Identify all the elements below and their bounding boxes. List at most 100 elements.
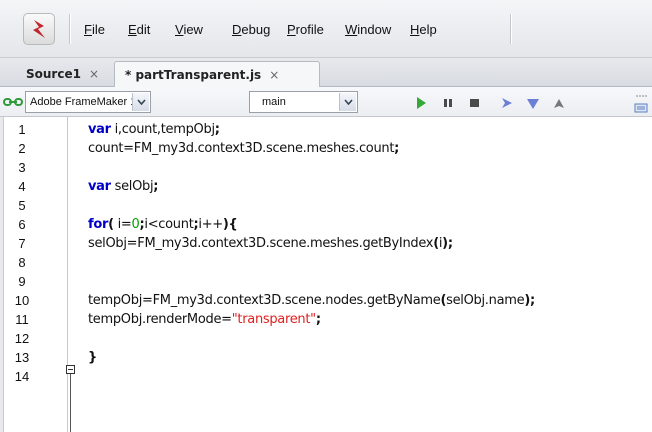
- code-token: );: [524, 293, 535, 308]
- close-icon[interactable]: ×: [269, 68, 279, 82]
- code-token: }: [88, 350, 97, 365]
- code-text: var selObj;: [88, 177, 158, 196]
- code-line[interactable]: 10 tempObj=FM_my3d.context3D.scene.nodes.…: [0, 291, 652, 310]
- code-token: tempObj.renderMode=: [88, 312, 232, 327]
- tab-source1[interactable]: Source1 ×: [2, 61, 112, 87]
- code-text: tempObj.renderMode="transparent";: [88, 310, 321, 329]
- step-out-icon[interactable]: [551, 95, 567, 111]
- line-number: 13: [14, 350, 30, 365]
- code-token: i,count,tempObj: [110, 122, 215, 137]
- code-line[interactable]: 5: [0, 196, 652, 215]
- close-icon[interactable]: ×: [89, 67, 99, 81]
- tab-parttransparent[interactable]: * partTransparent.js ×: [114, 61, 320, 87]
- code-line[interactable]: 9: [0, 272, 652, 291]
- line-number: 3: [18, 160, 26, 175]
- menu-label-rest: rofile: [295, 22, 324, 37]
- menu-window[interactable]: Window: [345, 22, 391, 37]
- code-line[interactable]: 8: [0, 253, 652, 272]
- stop-icon[interactable]: [467, 95, 483, 111]
- code-text: }: [88, 348, 97, 367]
- menu-accelerator: E: [128, 22, 137, 37]
- menu-profile[interactable]: Profile: [287, 22, 324, 37]
- tab-bar: Source1 × * partTransparent.js ×: [0, 58, 652, 87]
- code-token: i++: [198, 217, 223, 232]
- code-line[interactable]: 6 for( i=0;i<count;i++){: [0, 215, 652, 234]
- line-number: 12: [14, 331, 30, 346]
- code-text: for( i=0;i<count;i++){: [88, 215, 238, 234]
- code-line[interactable]: 14: [0, 367, 652, 386]
- line-number: 7: [18, 236, 26, 251]
- menu-help[interactable]: Help: [410, 22, 437, 37]
- menu-label-rest: iew: [183, 22, 203, 37]
- code-token: i<count: [144, 217, 194, 232]
- menu-debug[interactable]: Debug: [232, 22, 270, 37]
- menu-view[interactable]: View: [175, 22, 203, 37]
- code-token: ;: [153, 179, 159, 194]
- menu-accelerator: W: [345, 22, 358, 37]
- code-line[interactable]: 11 tempObj.renderMode="transparent";: [0, 310, 652, 329]
- engine-value: main: [262, 96, 286, 108]
- line-number: 11: [15, 312, 29, 327]
- number-token: 0: [131, 217, 140, 232]
- code-text: tempObj=FM_my3d.context3D.scene.nodes.ge…: [88, 291, 535, 310]
- target-app-select[interactable]: Adobe FrameMaker 11: [25, 91, 151, 113]
- line-number: 6: [18, 217, 26, 232]
- code-token: selObj: [110, 179, 154, 194]
- connect-icon[interactable]: [3, 96, 23, 108]
- app-logo-icon[interactable]: [23, 13, 55, 45]
- code-text: selObj=FM_my3d.context3D.scene.meshes.ge…: [88, 234, 453, 253]
- menu-label-rest: ile: [91, 22, 105, 37]
- line-number: 1: [18, 122, 26, 137]
- engine-select[interactable]: main: [249, 91, 358, 113]
- code-token: ;: [315, 312, 321, 327]
- code-token: ;: [214, 122, 220, 137]
- code-token: );: [442, 236, 453, 251]
- code-token: tempObj=FM_my3d.context3D.scene.nodes.ge…: [88, 293, 441, 308]
- code-line[interactable]: 1 var i,count,tempObj;: [0, 120, 652, 139]
- code-line[interactable]: 2 count=FM_my3d.context3D.scene.meshes.co…: [0, 139, 652, 158]
- code-text: count=FM_my3d.context3D.scene.meshes.cou…: [88, 139, 399, 158]
- step-into-icon[interactable]: [525, 95, 541, 111]
- line-number: 2: [18, 141, 26, 156]
- menu-label-rest: dit: [136, 22, 151, 37]
- chevron-down-icon[interactable]: [132, 93, 149, 111]
- tab-label: * partTransparent.js: [125, 67, 262, 82]
- menu-accelerator: P: [287, 22, 296, 37]
- menu-accelerator: D: [232, 22, 242, 37]
- menu-file[interactable]: File: [84, 22, 105, 37]
- line-number: 4: [18, 179, 26, 194]
- menu-edit[interactable]: Edit: [128, 22, 150, 37]
- code-line[interactable]: 12: [0, 329, 652, 348]
- run-icon[interactable]: [413, 95, 429, 111]
- menu-separator: [510, 14, 512, 44]
- string-token: "transparent": [231, 312, 316, 327]
- menu-accelerator: F: [84, 22, 92, 37]
- fold-toggle-icon[interactable]: [66, 365, 75, 374]
- code-line[interactable]: 3: [0, 158, 652, 177]
- code-token: i=: [113, 217, 132, 232]
- step-over-icon[interactable]: [499, 95, 515, 111]
- line-number: 5: [18, 198, 26, 213]
- code-editor[interactable]: 1 var i,count,tempObj; 2 count=FM_my3d.cont…: [0, 117, 652, 432]
- fold-indicator-line: [70, 374, 71, 432]
- keyword-token: for: [88, 217, 109, 232]
- code-line[interactable]: 4 var selObj;: [0, 177, 652, 196]
- code-token: ;: [394, 141, 400, 156]
- code-token: count=FM_my3d.context3D.scene.meshes.cou…: [88, 141, 395, 156]
- line-number: 9: [18, 274, 26, 289]
- code-line[interactable]: 13}: [0, 348, 652, 367]
- pause-icon[interactable]: [440, 95, 456, 111]
- menu-bar: File Edit View Debug Profile Window Help: [0, 0, 652, 58]
- menu-label-rest: ebug: [241, 22, 271, 37]
- target-app-value: Adobe FrameMaker 11: [30, 96, 142, 108]
- line-number: 14: [14, 369, 30, 384]
- keyword-token: var: [88, 179, 111, 194]
- menu-accelerator: H: [410, 22, 420, 37]
- chevron-down-icon[interactable]: [339, 93, 356, 111]
- line-number: 10: [14, 293, 30, 308]
- code-token: selObj=FM_my3d.context3D.scene.meshes.ge…: [88, 236, 434, 251]
- panel-menu-icon[interactable]: [628, 92, 650, 114]
- code-line[interactable]: 7 selObj=FM_my3d.context3D.scene.meshes.g…: [0, 234, 652, 253]
- debug-toolbar: Adobe FrameMaker 11 main: [0, 87, 652, 117]
- code-token: ){: [222, 217, 238, 232]
